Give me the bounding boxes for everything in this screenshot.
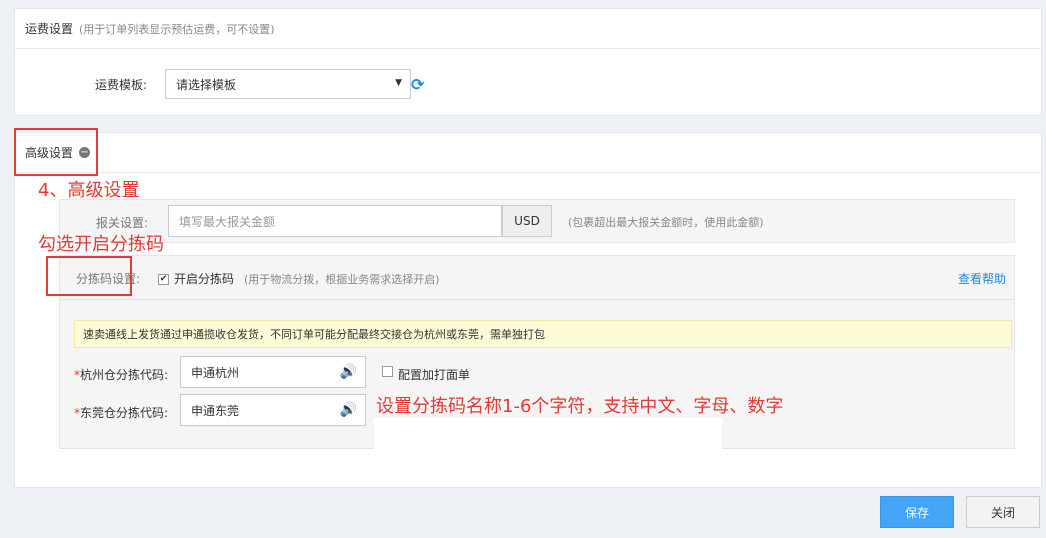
- speaker-icon[interactable]: 🔊: [340, 364, 357, 380]
- sort-notice: 速卖通线上发货通过申通揽收仓发货，不同订单可能分配最终交接仓为杭州或东莞，需单独…: [74, 320, 1012, 348]
- annotation-check-sort: 勾选开启分拣码: [38, 234, 164, 255]
- speaker-icon[interactable]: 🔊: [340, 402, 357, 418]
- hangzhou-code-value: 申通杭州: [191, 365, 240, 380]
- print-label-option[interactable]: [382, 366, 393, 380]
- refresh-icon[interactable]: ⟳: [411, 75, 424, 94]
- customs-amount-input[interactable]: 填写最大报关金额: [168, 205, 502, 237]
- hangzhou-label: *杭州仓分拣代码:: [74, 366, 168, 383]
- print-label-text[interactable]: 配置加打面单: [398, 366, 470, 383]
- advanced-settings-header[interactable]: 高级设置 −: [15, 133, 1041, 173]
- help-link[interactable]: 查看帮助: [958, 270, 1006, 287]
- sort-enable-checkbox[interactable]: ✔: [158, 274, 169, 285]
- freight-settings-title: 运费设置: [25, 22, 74, 36]
- hangzhou-label-text: 杭州仓分拣代码:: [80, 368, 169, 382]
- annotation-sort-rule: 设置分拣码名称1-6个字符，支持中文、字母、数字: [376, 396, 784, 417]
- sort-enable-hint: (用于物流分拨，根据业务需求选择开启): [244, 273, 440, 286]
- template-select-value: 请选择模板: [176, 77, 237, 92]
- save-button[interactable]: 保存: [880, 496, 954, 528]
- currency-addon: USD: [502, 205, 552, 237]
- dongguan-code-value: 申通东莞: [191, 403, 240, 418]
- chevron-down-icon: ▼: [395, 78, 402, 88]
- annotation-step4: 4、高级设置: [38, 180, 140, 201]
- close-button[interactable]: 关闭: [966, 496, 1040, 528]
- hangzhou-code-input[interactable]: 申通杭州 🔊: [180, 356, 366, 388]
- freight-settings-panel: 运费设置 (用于订单列表显示预估运费，可不设置) 运费模板: 请选择模板 ▼ ⟳: [14, 8, 1042, 116]
- annotation-box-sort: [46, 256, 132, 296]
- customs-setting-row: 报关设置: 填写最大报关金额 USD (包裹超出最大报关金额时，使用此金额): [59, 199, 1015, 243]
- annotation-box-advanced: [14, 128, 98, 176]
- dongguan-label-text: 东莞仓分拣代码:: [80, 406, 169, 420]
- freight-settings-hint: (用于订单列表显示预估运费，可不设置): [79, 22, 275, 36]
- blank-overlay: [374, 418, 722, 452]
- sort-code-header: 分拣码设置: ✔ 开启分拣码 (用于物流分拨，根据业务需求选择开启) 查看帮助: [60, 256, 1014, 300]
- customs-hint: (包裹超出最大报关金额时，使用此金额): [568, 216, 764, 229]
- sort-enable-checkbox-wrap[interactable]: ✔: [158, 270, 169, 285]
- dongguan-label: *东莞仓分拣代码:: [74, 404, 168, 421]
- freight-settings-header: 运费设置 (用于订单列表显示预估运费，可不设置): [15, 9, 1041, 49]
- template-label: 运费模板:: [95, 78, 148, 92]
- dongguan-code-input[interactable]: 申通东莞 🔊: [180, 394, 366, 426]
- template-row: 运费模板: 请选择模板 ▼ ⟳: [15, 69, 1041, 99]
- template-select[interactable]: 请选择模板 ▼: [165, 69, 411, 99]
- print-label-checkbox[interactable]: [382, 366, 393, 377]
- customs-label: 报关设置:: [96, 216, 149, 230]
- sort-enable-label[interactable]: 开启分拣码: [174, 270, 234, 287]
